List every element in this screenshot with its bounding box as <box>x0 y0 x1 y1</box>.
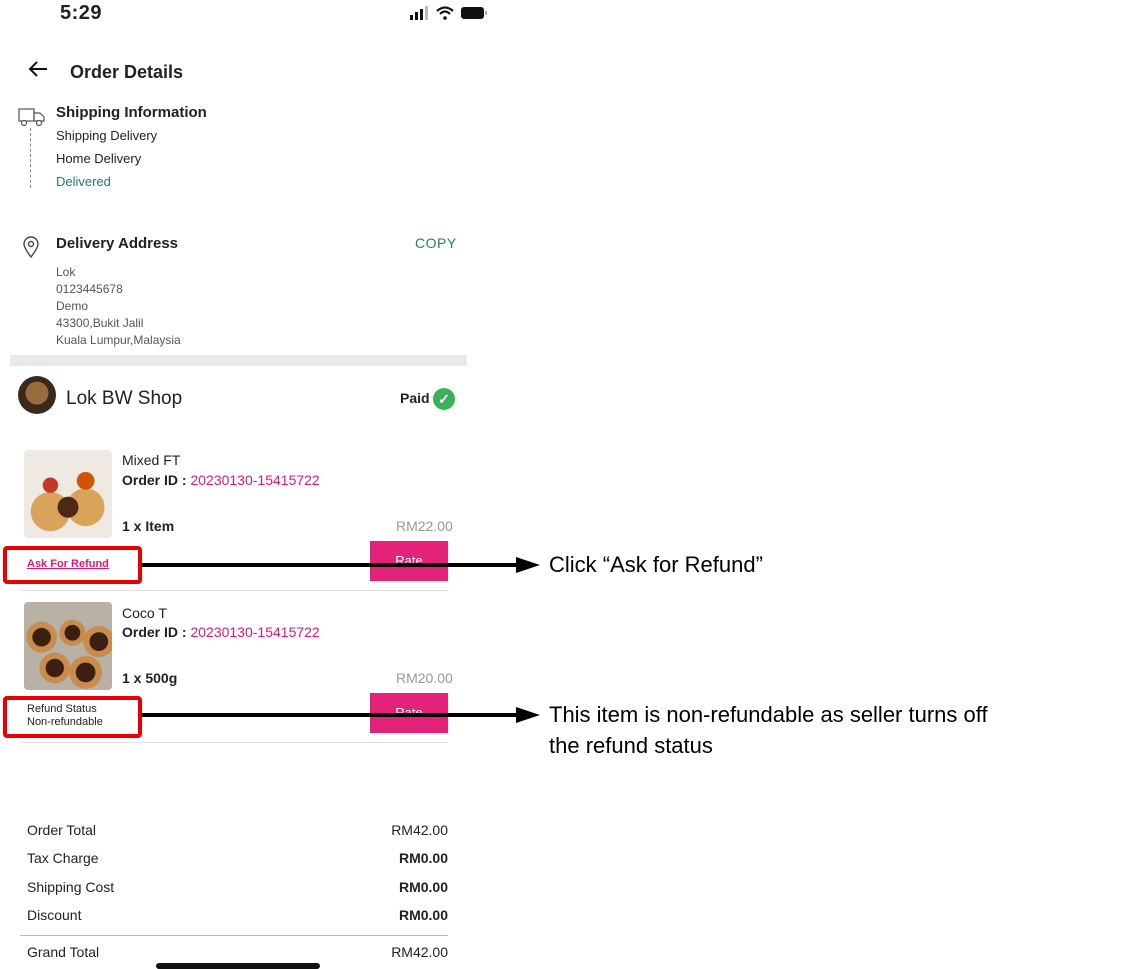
rate-button[interactable]: Rate <box>370 541 448 581</box>
annotation-arrow-line <box>142 563 516 567</box>
check-icon: ✓ <box>433 388 455 410</box>
product-image[interactable] <box>24 450 112 538</box>
shipping-method: Shipping Delivery <box>56 128 158 143</box>
product-quantity: 1 x Item <box>122 518 175 534</box>
truck-icon <box>18 106 46 133</box>
payment-status: Paid <box>400 390 430 406</box>
annotation-arrow-line <box>142 713 516 717</box>
location-pin-icon <box>22 236 40 263</box>
product-image[interactable] <box>24 602 112 690</box>
order-id-label: Order ID : <box>122 472 187 488</box>
wifi-icon <box>436 6 454 20</box>
status-icons <box>410 6 488 20</box>
order-total-label: Order Total <box>27 822 96 838</box>
shipping-status: Delivered <box>56 174 111 189</box>
shipping-cost-value: RM0.00 <box>398 879 448 895</box>
timeline-line <box>30 128 32 188</box>
tax-charge-value: RM0.00 <box>398 850 448 866</box>
address-line2: 43300,Bukit Jalil <box>56 316 144 330</box>
address-name: Lok <box>56 265 76 279</box>
grand-total-value: RM42.00 <box>391 944 448 960</box>
product-name: Coco T <box>122 605 167 621</box>
arrow-head-icon <box>516 707 540 723</box>
signal-icon <box>410 6 428 20</box>
status-time: 5:29 <box>60 2 103 24</box>
order-total-value: RM42.00 <box>391 822 448 838</box>
order-id: Order ID : 20230130-15415722 <box>122 472 320 488</box>
annotation-nonrefundable-line1: This item is non-refundable as seller tu… <box>549 702 988 727</box>
address-phone: 0123445678 <box>56 282 123 296</box>
address-line3: Kuala Lumpur,Malaysia <box>56 333 181 347</box>
arrow-head-icon <box>516 557 540 573</box>
order-id-label: Order ID : <box>122 624 187 640</box>
order-id-value: 20230130-15415722 <box>190 624 320 640</box>
product-price: RM20.00 <box>396 670 453 686</box>
shipping-cost-label: Shipping Cost <box>27 879 115 895</box>
item-separator <box>20 590 448 591</box>
annotation-nonrefundable-line2: the refund status <box>549 733 713 758</box>
shipping-title: Shipping Information <box>56 104 207 121</box>
back-button[interactable] <box>28 58 48 84</box>
shop-name[interactable]: Lok BW Shop <box>66 388 182 410</box>
copy-address-button[interactable]: COPY <box>415 235 457 251</box>
home-indicator[interactable] <box>156 963 320 969</box>
product-price: RM22.00 <box>396 518 453 534</box>
product-quantity: 1 x 500g <box>122 670 178 686</box>
battery-icon <box>461 7 487 19</box>
annotation-refund: Click “Ask for Refund” <box>549 552 763 577</box>
item-separator <box>20 742 448 743</box>
page-title: Order Details <box>70 62 184 82</box>
section-divider <box>10 355 467 366</box>
refund-highlight-box <box>3 546 142 584</box>
discount-value: RM0.00 <box>398 907 448 923</box>
product-name: Mixed FT <box>122 452 181 468</box>
address-line1: Demo <box>56 299 89 313</box>
delivery-type: Home Delivery <box>56 151 142 166</box>
address-title: Delivery Address <box>56 235 179 252</box>
refund-status-highlight-box <box>3 696 142 738</box>
shop-avatar[interactable] <box>18 376 56 414</box>
order-id-value: 20230130-15415722 <box>190 472 320 488</box>
tax-charge-label: Tax Charge <box>27 850 99 866</box>
summary-divider <box>20 935 448 936</box>
back-arrow-icon <box>28 61 47 77</box>
grand-total-label: Grand Total <box>27 944 100 960</box>
discount-label: Discount <box>27 907 82 923</box>
order-id: Order ID : 20230130-15415722 <box>122 624 320 640</box>
